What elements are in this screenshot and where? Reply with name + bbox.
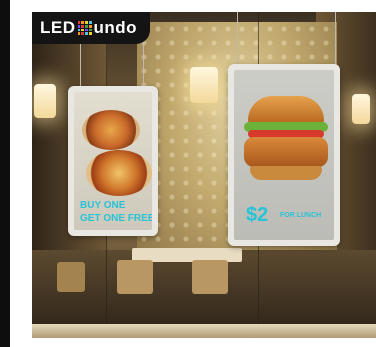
logo-led-grid-icon: [77, 21, 92, 35]
led-display-left: BUY ONE GET ONE FREE: [68, 86, 158, 236]
logo-grid-cell: [77, 24, 81, 28]
promo-price: $2: [246, 204, 269, 226]
logo-grid-cell: [88, 21, 92, 24]
window-ledge: [32, 324, 376, 338]
promo-line-2: GET ONE FREE: [80, 213, 152, 224]
burger-bun-bottom: [250, 166, 322, 180]
pendant-lamp: [190, 67, 218, 103]
led-display-right: $2 FOR LUNCH: [228, 64, 340, 246]
logo-grid-cell: [88, 24, 92, 28]
chair: [192, 260, 228, 294]
logo-grid-cell: [85, 28, 88, 32]
pendant-lamp: [352, 94, 370, 124]
logo-grid-cell: [85, 21, 88, 24]
logo-grid-cell: [88, 28, 92, 32]
logo-grid-cell: [81, 24, 84, 28]
logo-grid-cell: [81, 32, 84, 35]
logo-text-prefix: LED: [40, 18, 76, 37]
logo-grid-cell: [81, 28, 84, 32]
logo-grid-cell: [77, 28, 81, 32]
promo-price-note: FOR LUNCH: [280, 212, 322, 219]
logo-grid-cell: [77, 32, 81, 35]
display-screen: BUY ONE GET ONE FREE: [74, 92, 152, 230]
pizza-top: [82, 110, 140, 150]
chair: [117, 260, 153, 294]
left-border-strip: [0, 0, 10, 347]
display-screen: $2 FOR LUNCH: [234, 70, 334, 240]
logo-text-suffix: undo: [93, 18, 138, 37]
pendant-lamp: [34, 84, 56, 118]
logo-grid-cell: [85, 32, 88, 35]
brand-logo: LED undo: [32, 12, 150, 44]
burger-patty: [244, 137, 328, 167]
pizza-bottom: [86, 150, 152, 196]
logo-grid-cell: [85, 24, 88, 28]
logo-grid-cell: [88, 32, 92, 35]
logo-grid-cell: [77, 21, 81, 24]
photo-scene: LED undo BUY ONE GET ONE FREE $2 FOR LUN…: [0, 0, 376, 347]
logo-grid-cell: [81, 21, 84, 24]
promo-line-1: BUY ONE: [80, 200, 126, 211]
burger-bun-top: [248, 96, 324, 124]
chair: [57, 262, 85, 292]
